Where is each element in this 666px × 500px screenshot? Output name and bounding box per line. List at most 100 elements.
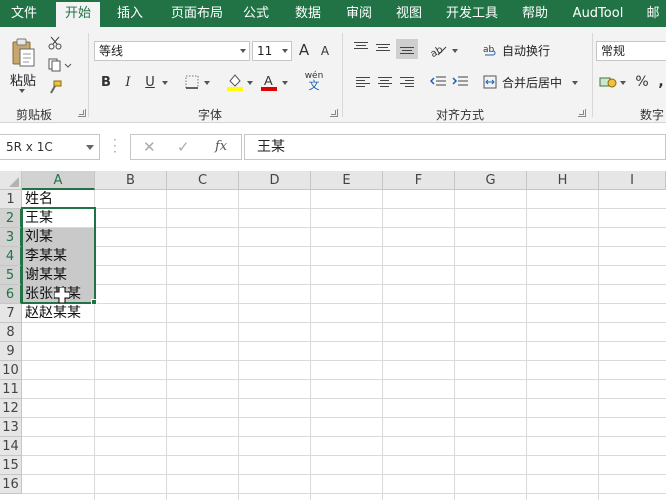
- increase-indent-icon[interactable]: [450, 73, 470, 91]
- column-header-c[interactable]: C: [167, 171, 239, 190]
- merge-center-icon[interactable]: [482, 73, 498, 91]
- align-right-icon[interactable]: [400, 77, 414, 89]
- orientation-icon[interactable]: ab: [428, 41, 450, 59]
- formula-input[interactable]: 王某: [244, 134, 666, 160]
- cell-a7[interactable]: 赵赵某某: [22, 304, 94, 323]
- font-color-icon[interactable]: A: [260, 71, 278, 93]
- row-header-2[interactable]: 2: [0, 209, 22, 228]
- tab-home[interactable]: 开始: [56, 2, 100, 27]
- comma-icon[interactable]: ,: [656, 73, 666, 91]
- shrink-font-icon[interactable]: A: [318, 42, 332, 60]
- cell-a2[interactable]: 王某: [22, 209, 94, 228]
- merge-center-button[interactable]: 合并后居中: [502, 74, 562, 91]
- percent-button[interactable]: %: [634, 73, 650, 91]
- fill-handle[interactable]: [91, 299, 97, 305]
- currency-icon[interactable]: [598, 73, 618, 91]
- format-painter-icon[interactable]: [46, 79, 64, 95]
- column-header-d[interactable]: D: [239, 171, 311, 190]
- currency-dropdown-icon[interactable]: [620, 81, 626, 85]
- wrap-text-icon[interactable]: ab: [482, 41, 498, 59]
- cell-a1[interactable]: 姓名: [22, 190, 94, 209]
- tab-page-layout[interactable]: 页面布局: [160, 0, 234, 27]
- font-group-label: 字体: [197, 108, 222, 122]
- chevron-down-icon[interactable]: [86, 145, 94, 150]
- decrease-indent-icon[interactable]: [428, 73, 448, 91]
- row-header-8[interactable]: 8: [0, 323, 22, 342]
- worksheet-grid[interactable]: A B C D E F G H I 1 2 3 4 5 6 7 8 9 10 1…: [0, 171, 666, 500]
- paste-button-label[interactable]: 粘贴: [10, 70, 36, 89]
- align-center-icon[interactable]: [378, 77, 392, 89]
- row-header-12[interactable]: 12: [0, 399, 22, 418]
- wrap-text-button[interactable]: 自动换行: [502, 42, 550, 59]
- paste-dropdown-icon[interactable]: [19, 89, 25, 93]
- row-header-10[interactable]: 10: [0, 361, 22, 380]
- formula-bar-resize-icon[interactable]: · · ·: [113, 134, 117, 158]
- fill-color-dropdown-icon[interactable]: [247, 81, 253, 85]
- orientation-dropdown-icon[interactable]: [452, 49, 458, 53]
- number-format-combo[interactable]: 常规: [596, 41, 666, 61]
- clipboard-launcher-icon[interactable]: [78, 109, 86, 117]
- phonetic-icon[interactable]: wén 文: [303, 70, 325, 92]
- tab-help[interactable]: 帮助: [514, 0, 556, 27]
- select-all-button[interactable]: [0, 171, 22, 190]
- tab-insert[interactable]: 插入: [108, 0, 152, 27]
- grow-font-icon[interactable]: A: [296, 40, 312, 60]
- cell-a5[interactable]: 谢某某: [22, 266, 94, 285]
- cancel-icon[interactable]: ✕: [143, 138, 156, 156]
- row-header-9[interactable]: 9: [0, 342, 22, 361]
- row-header-7[interactable]: 7: [0, 304, 22, 323]
- underline-button[interactable]: U: [142, 73, 158, 91]
- borders-dropdown-icon[interactable]: [204, 81, 210, 85]
- alignment-launcher-icon[interactable]: [578, 109, 586, 117]
- row-header-14[interactable]: 14: [0, 437, 22, 456]
- row-header-16[interactable]: 16: [0, 475, 22, 494]
- tab-developer[interactable]: 开发工具: [440, 0, 504, 27]
- row-header-1[interactable]: 1: [0, 190, 22, 209]
- font-color-dropdown-icon[interactable]: [282, 81, 288, 85]
- row-header-11[interactable]: 11: [0, 380, 22, 399]
- align-left-icon[interactable]: [356, 77, 370, 89]
- gridline: [22, 493, 666, 494]
- tab-view[interactable]: 视图: [388, 0, 430, 27]
- enter-icon[interactable]: ✓: [177, 138, 190, 156]
- font-launcher-icon[interactable]: [330, 109, 338, 117]
- tab-file[interactable]: 文件: [0, 0, 48, 27]
- font-size-combo[interactable]: 11: [252, 41, 292, 61]
- font-name-combo[interactable]: 等线: [94, 41, 250, 61]
- tab-formulas[interactable]: 公式: [236, 0, 276, 27]
- row-header-13[interactable]: 13: [0, 418, 22, 437]
- underline-dropdown-icon[interactable]: [162, 81, 168, 85]
- merge-center-dropdown-icon[interactable]: [572, 81, 578, 85]
- cut-icon[interactable]: [46, 35, 64, 51]
- tab-mail[interactable]: 邮: [640, 0, 666, 27]
- tab-data[interactable]: 数据: [286, 0, 330, 27]
- column-header-h[interactable]: H: [527, 171, 599, 190]
- paste-icon[interactable]: [8, 35, 38, 71]
- column-header-b[interactable]: B: [95, 171, 167, 190]
- name-box[interactable]: 5R x 1C: [0, 134, 100, 160]
- copy-icon[interactable]: [46, 57, 74, 73]
- tab-review[interactable]: 审阅: [338, 0, 380, 27]
- bold-button[interactable]: B: [98, 73, 114, 91]
- column-header-f[interactable]: F: [383, 171, 455, 190]
- row-header-15[interactable]: 15: [0, 456, 22, 475]
- bottom-align-button[interactable]: [396, 39, 418, 59]
- top-align-icon[interactable]: [354, 42, 368, 54]
- column-header-a[interactable]: A: [22, 171, 95, 190]
- column-header-e[interactable]: E: [311, 171, 383, 190]
- row-header-6[interactable]: 6: [0, 285, 22, 304]
- row-header-5[interactable]: 5: [0, 266, 22, 285]
- middle-align-icon[interactable]: [376, 44, 390, 56]
- column-header-g[interactable]: G: [455, 171, 527, 190]
- cell-a4[interactable]: 李某某: [22, 247, 94, 266]
- insert-function-icon[interactable]: fx: [215, 139, 227, 154]
- italic-button[interactable]: I: [120, 73, 136, 91]
- row-header-3[interactable]: 3: [0, 228, 22, 247]
- tab-audtool[interactable]: AudTool: [566, 0, 630, 27]
- fill-color-icon[interactable]: [226, 71, 244, 93]
- column-header-i[interactable]: I: [599, 171, 666, 190]
- row-header-4[interactable]: 4: [0, 247, 22, 266]
- borders-icon[interactable]: [184, 73, 200, 91]
- gridline: [382, 190, 383, 500]
- cell-a3[interactable]: 刘某: [22, 228, 94, 247]
